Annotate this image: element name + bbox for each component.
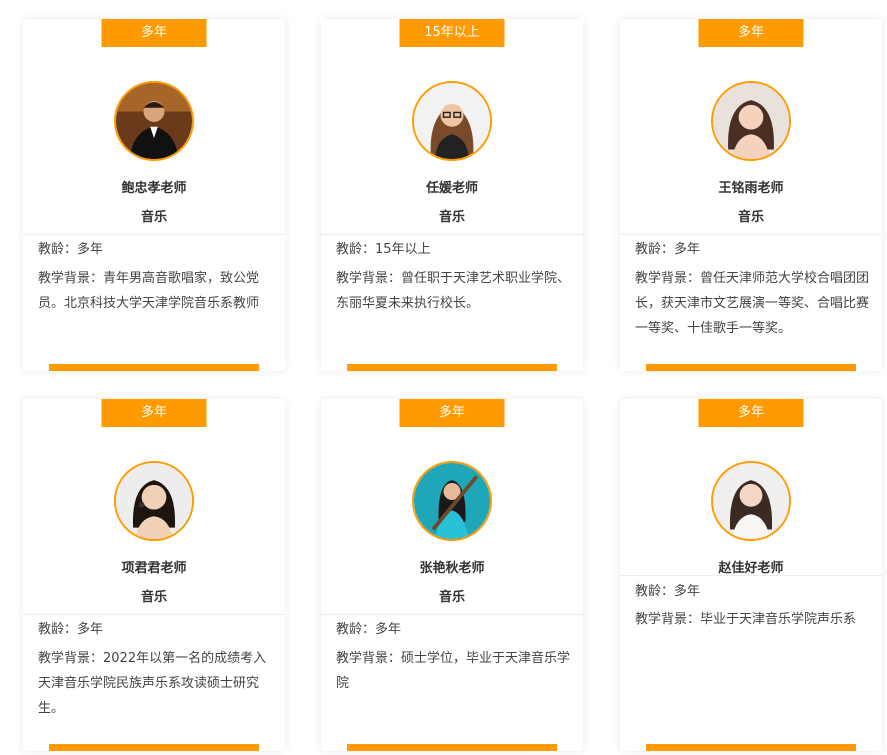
teacher-card[interactable]: 多年 王铭雨老师 音乐 教龄：多年 教学背景：曾任天津师范大学校合唱团团长，获天… bbox=[620, 19, 882, 371]
teaching-background: 教学背景：毕业于天津音乐学院声乐系 bbox=[635, 612, 857, 627]
portrait-woman-icon bbox=[114, 461, 194, 541]
teacher-subject: 音乐 bbox=[737, 210, 764, 225]
teacher-card[interactable]: 多年 鲍忠孝老师 音乐 教龄：多年 教学背景：青年男高音歌唱家，致公党员。北京科… bbox=[23, 19, 285, 371]
teacher-card[interactable]: 多年 项君君老师 音乐 教龄：多年 教学背景：2022年以第一名的成绩考入天津音… bbox=[23, 399, 285, 751]
divider bbox=[321, 614, 583, 615]
teacher-name: 任媛老师 bbox=[425, 181, 478, 196]
teacher-subject: 音乐 bbox=[140, 210, 167, 225]
teacher-subject: 音乐 bbox=[438, 590, 465, 605]
teaching-background: 教学背景：2022年以第一名的成绩考入天津音乐学院民族声乐系攻读硕士研究生。 bbox=[38, 651, 267, 716]
divider bbox=[23, 234, 285, 235]
divider bbox=[620, 575, 882, 576]
teacher-name: 赵佳好老师 bbox=[718, 561, 784, 576]
card-bottom-bar bbox=[49, 364, 259, 371]
portrait-man-suit-icon bbox=[114, 81, 194, 161]
teaching-age: 教龄：多年 bbox=[336, 622, 402, 637]
card-bottom-bar bbox=[646, 744, 856, 751]
card-bottom-bar bbox=[347, 744, 557, 751]
experience-tag: 多年 bbox=[101, 399, 207, 427]
divider bbox=[321, 234, 583, 235]
experience-tag: 多年 bbox=[698, 19, 804, 47]
card-bottom-bar bbox=[49, 744, 259, 751]
teaching-background: 教学背景：硕士学位，毕业于天津音乐学院 bbox=[336, 651, 571, 691]
card-bottom-bar bbox=[347, 364, 557, 371]
experience-tag: 多年 bbox=[101, 19, 207, 47]
divider bbox=[23, 614, 285, 615]
card-bottom-bar bbox=[646, 364, 856, 371]
experience-tag: 多年 bbox=[399, 399, 505, 427]
teacher-name: 张艳秋老师 bbox=[419, 561, 485, 576]
teaching-age: 教龄：多年 bbox=[38, 622, 104, 637]
teaching-background: 教学背景：曾任职于天津艺术职业学院、东丽华夏未来执行校长。 bbox=[336, 271, 571, 311]
teacher-card[interactable]: 15年以上 任媛老师 音乐 教龄：15年以上 教学背景：曾任职于天津艺术职业学院… bbox=[321, 19, 583, 371]
divider bbox=[620, 234, 882, 235]
teaching-background: 教学背景：曾任天津师范大学校合唱团团长，获天津市文艺展演一等奖、合唱比赛一等奖、… bbox=[635, 271, 870, 336]
teaching-age: 教龄：15年以上 bbox=[336, 242, 431, 257]
teaching-age: 教龄：多年 bbox=[38, 242, 104, 257]
portrait-woman-icon bbox=[711, 81, 791, 161]
teacher-card[interactable]: 多年 张艳秋老师 音乐 教龄：多年 教学背景：硕士学位，毕业于天津音乐学院 bbox=[321, 399, 583, 751]
teacher-name: 项君君老师 bbox=[121, 561, 187, 576]
teacher-card[interactable]: 多年 赵佳好老师 教龄：多年 教学背景：毕业于天津音乐学院声乐系 bbox=[620, 399, 882, 751]
portrait-woman-glasses-icon bbox=[412, 81, 492, 161]
experience-tag: 多年 bbox=[698, 399, 804, 427]
portrait-woman-icon bbox=[711, 461, 791, 541]
teaching-age: 教龄：多年 bbox=[635, 242, 701, 257]
teacher-name: 鲍忠孝老师 bbox=[121, 181, 187, 196]
teaching-age: 教龄：多年 bbox=[635, 584, 701, 599]
experience-tag: 15年以上 bbox=[399, 19, 505, 47]
portrait-woman-instrument-icon bbox=[412, 461, 492, 541]
teaching-background: 教学背景：青年男高音歌唱家，致公党员。北京科技大学天津学院音乐系教师 bbox=[38, 271, 260, 311]
teacher-subject: 音乐 bbox=[140, 590, 167, 605]
teacher-subject: 音乐 bbox=[438, 210, 465, 225]
teacher-name: 王铭雨老师 bbox=[718, 181, 784, 196]
